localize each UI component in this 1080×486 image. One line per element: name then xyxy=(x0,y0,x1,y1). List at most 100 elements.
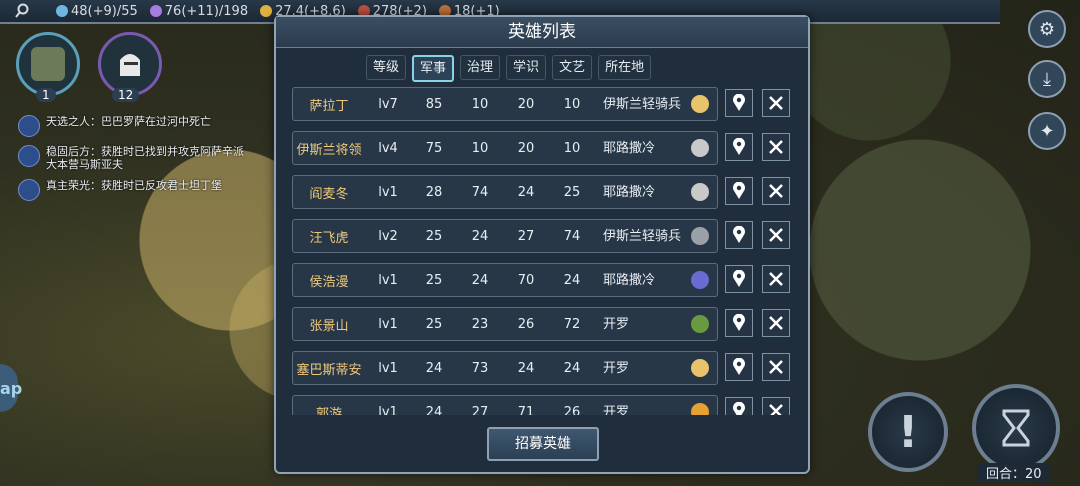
hero-military: 25 xyxy=(425,316,443,332)
locate-hero-button[interactable] xyxy=(725,397,753,415)
map-pin-icon xyxy=(733,94,745,111)
objective-icon xyxy=(18,179,40,201)
tab-3[interactable]: 学识 xyxy=(506,55,547,80)
avatar-level-badge: 1 xyxy=(36,88,56,102)
recruit-hero-button[interactable]: 招募英雄 xyxy=(487,427,599,461)
hero-location: 开罗 xyxy=(603,316,630,332)
dismiss-hero-button[interactable] xyxy=(762,397,790,415)
hero-row[interactable]: 伊斯兰将领 lv4 75 10 20 10 耶路撒冷 xyxy=(292,131,792,165)
hero-row[interactable]: 张景山 lv1 25 23 26 72 开罗 xyxy=(292,307,792,341)
hero-name: 汪飞虎 xyxy=(309,230,349,246)
map-pin-icon xyxy=(733,358,745,375)
locate-hero-button[interactable] xyxy=(725,221,753,249)
avatar-portrait xyxy=(31,47,65,81)
hero-row-info[interactable]: 阎麦冬 lv1 28 74 24 25 耶路撒冷 xyxy=(292,175,718,209)
hero-military: 85 xyxy=(425,96,443,112)
objective-item[interactable]: 稳固后方：获胜时已找到并攻克阿萨辛派大本营马斯亚夫 xyxy=(18,145,248,171)
objective-text: 天选之人：巴巴罗萨在过河中死亡 xyxy=(46,115,211,128)
tab-0[interactable]: 等级 xyxy=(366,55,407,80)
hero-governance: 24 xyxy=(471,272,489,288)
hero-arts: 24 xyxy=(563,272,581,288)
hero-level: lv7 xyxy=(378,96,398,112)
dismiss-hero-button[interactable] xyxy=(762,177,790,205)
objective-item[interactable]: 天选之人：巴巴罗萨在过河中死亡 xyxy=(18,115,248,137)
locate-hero-button[interactable] xyxy=(725,353,753,381)
locate-hero-button[interactable] xyxy=(725,309,753,337)
map-pin-icon xyxy=(733,182,745,199)
alert-button[interactable]: ! xyxy=(868,392,948,472)
turn-counter: 回合：20 xyxy=(978,463,1050,482)
unit-emblem-icon xyxy=(691,227,709,245)
tab-1[interactable]: 军事 xyxy=(412,55,455,82)
hero-row[interactable]: 郭游 lv1 24 27 71 26 开罗 xyxy=(292,395,792,415)
hero-row[interactable]: 汪飞虎 lv2 25 24 27 74 伊斯兰轻骑兵 xyxy=(292,219,792,253)
map-pin-icon xyxy=(733,314,745,331)
hero-military: 25 xyxy=(425,228,443,244)
hero-row-info[interactable]: 张景山 lv1 25 23 26 72 开罗 xyxy=(292,307,718,341)
locate-hero-button[interactable] xyxy=(725,133,753,161)
hero-name: 伊斯兰将领 xyxy=(296,142,362,158)
hero-arts: 25 xyxy=(563,184,581,200)
dismiss-hero-button[interactable] xyxy=(762,309,790,337)
map-pin-icon xyxy=(733,138,745,155)
hero-row[interactable]: 萨拉丁 lv7 85 10 20 10 伊斯兰轻骑兵 xyxy=(292,87,792,121)
dismiss-hero-button[interactable] xyxy=(762,133,790,161)
exclamation-icon: ! xyxy=(897,406,919,458)
hero-list[interactable]: 萨拉丁 lv7 85 10 20 10 伊斯兰轻骑兵 伊斯兰将领 lv4 75 10 20 10 耶路撒冷… xyxy=(292,87,792,415)
gear-icon: ⚙ xyxy=(1038,18,1056,40)
dismiss-hero-button[interactable] xyxy=(762,89,790,117)
hero-row[interactable]: 阎麦冬 lv1 28 74 24 25 耶路撒冷 xyxy=(292,175,792,209)
hero-name: 侯浩漫 xyxy=(309,274,349,290)
hero-row-info[interactable]: 侯浩漫 lv1 25 24 70 24 耶路撒冷 xyxy=(292,263,718,297)
hero-arts: 24 xyxy=(563,360,581,376)
hero-row-info[interactable]: 塞巴斯蒂安 lv1 24 73 24 24 开罗 xyxy=(292,351,718,385)
objective-item[interactable]: 真主荣光：获胜时已反攻君士坦丁堡 xyxy=(18,179,248,201)
close-icon xyxy=(769,228,783,242)
diplomacy-button[interactable]: ✦ xyxy=(1028,112,1066,150)
hero-arts: 26 xyxy=(563,404,581,416)
dismiss-hero-button[interactable] xyxy=(762,265,790,293)
hero-level: lv1 xyxy=(378,360,398,376)
settings-button[interactable]: ⚙ xyxy=(1028,10,1066,48)
avatar-level-badge: 12 xyxy=(112,88,140,102)
hero-row[interactable]: 塞巴斯蒂安 lv1 24 73 24 24 开罗 xyxy=(292,351,792,385)
hero-avatar-1[interactable] xyxy=(16,32,80,96)
sort-tabs: 等级 军事 治理 学识 文艺 所在地 xyxy=(366,55,652,82)
resource-stat: 76(+11)/198 xyxy=(149,4,248,19)
hero-avatar-2[interactable] xyxy=(98,32,162,96)
tab-4[interactable]: 文艺 xyxy=(552,55,593,80)
download-button[interactable]: ⤓ xyxy=(1028,60,1066,98)
close-icon xyxy=(769,272,783,286)
end-turn-button[interactable] xyxy=(972,384,1060,472)
hero-military: 28 xyxy=(425,184,443,200)
hero-location: 开罗 xyxy=(603,404,630,416)
hero-level: lv1 xyxy=(378,404,398,416)
hero-row-info[interactable]: 萨拉丁 lv7 85 10 20 10 伊斯兰轻骑兵 xyxy=(292,87,718,121)
hero-military: 75 xyxy=(425,140,443,156)
tab-2[interactable]: 治理 xyxy=(460,55,501,80)
dismiss-hero-button[interactable] xyxy=(762,353,790,381)
hero-knowledge: 20 xyxy=(517,96,535,112)
hero-row-info[interactable]: 郭游 lv1 24 27 71 26 开罗 xyxy=(292,395,718,415)
search-icon xyxy=(15,3,29,18)
hero-military: 25 xyxy=(425,272,443,288)
unit-emblem-icon xyxy=(691,315,709,333)
objective-icon xyxy=(18,145,40,167)
hero-row-info[interactable]: 汪飞虎 lv2 25 24 27 74 伊斯兰轻骑兵 xyxy=(292,219,718,253)
locate-hero-button[interactable] xyxy=(725,89,753,117)
hero-knowledge: 27 xyxy=(517,228,535,244)
hero-name: 郭游 xyxy=(315,406,342,416)
search-button[interactable] xyxy=(0,0,44,22)
hero-knowledge: 24 xyxy=(517,360,535,376)
hero-row-info[interactable]: 伊斯兰将领 lv4 75 10 20 10 耶路撒冷 xyxy=(292,131,718,165)
hero-row[interactable]: 侯浩漫 lv1 25 24 70 24 耶路撒冷 xyxy=(292,263,792,297)
tab-5[interactable]: 所在地 xyxy=(598,55,652,80)
dismiss-hero-button[interactable] xyxy=(762,221,790,249)
hero-knowledge: 26 xyxy=(517,316,535,332)
hero-arts: 10 xyxy=(563,140,581,156)
unit-emblem-icon xyxy=(691,95,709,113)
locate-hero-button[interactable] xyxy=(725,265,753,293)
locate-hero-button[interactable] xyxy=(725,177,753,205)
unit-emblem-icon xyxy=(691,139,709,157)
objective-icon xyxy=(18,115,40,137)
